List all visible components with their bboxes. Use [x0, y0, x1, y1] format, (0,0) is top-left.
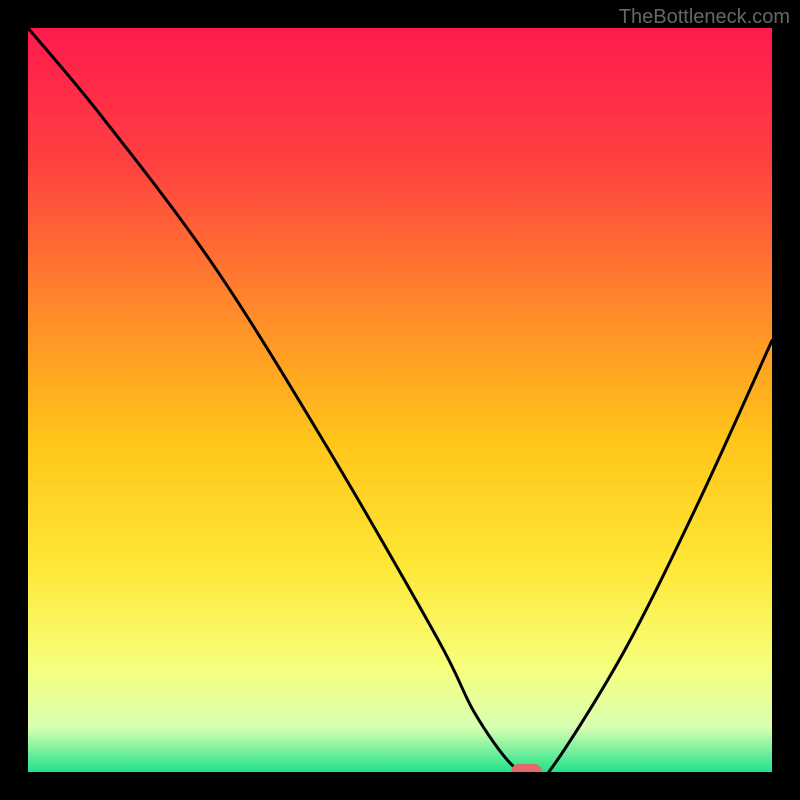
watermark-text: TheBottleneck.com — [619, 6, 790, 29]
chart-svg — [28, 28, 772, 772]
optimal-point-marker — [511, 764, 541, 772]
chart-background-gradient — [28, 28, 772, 772]
bottleneck-chart — [28, 28, 772, 772]
